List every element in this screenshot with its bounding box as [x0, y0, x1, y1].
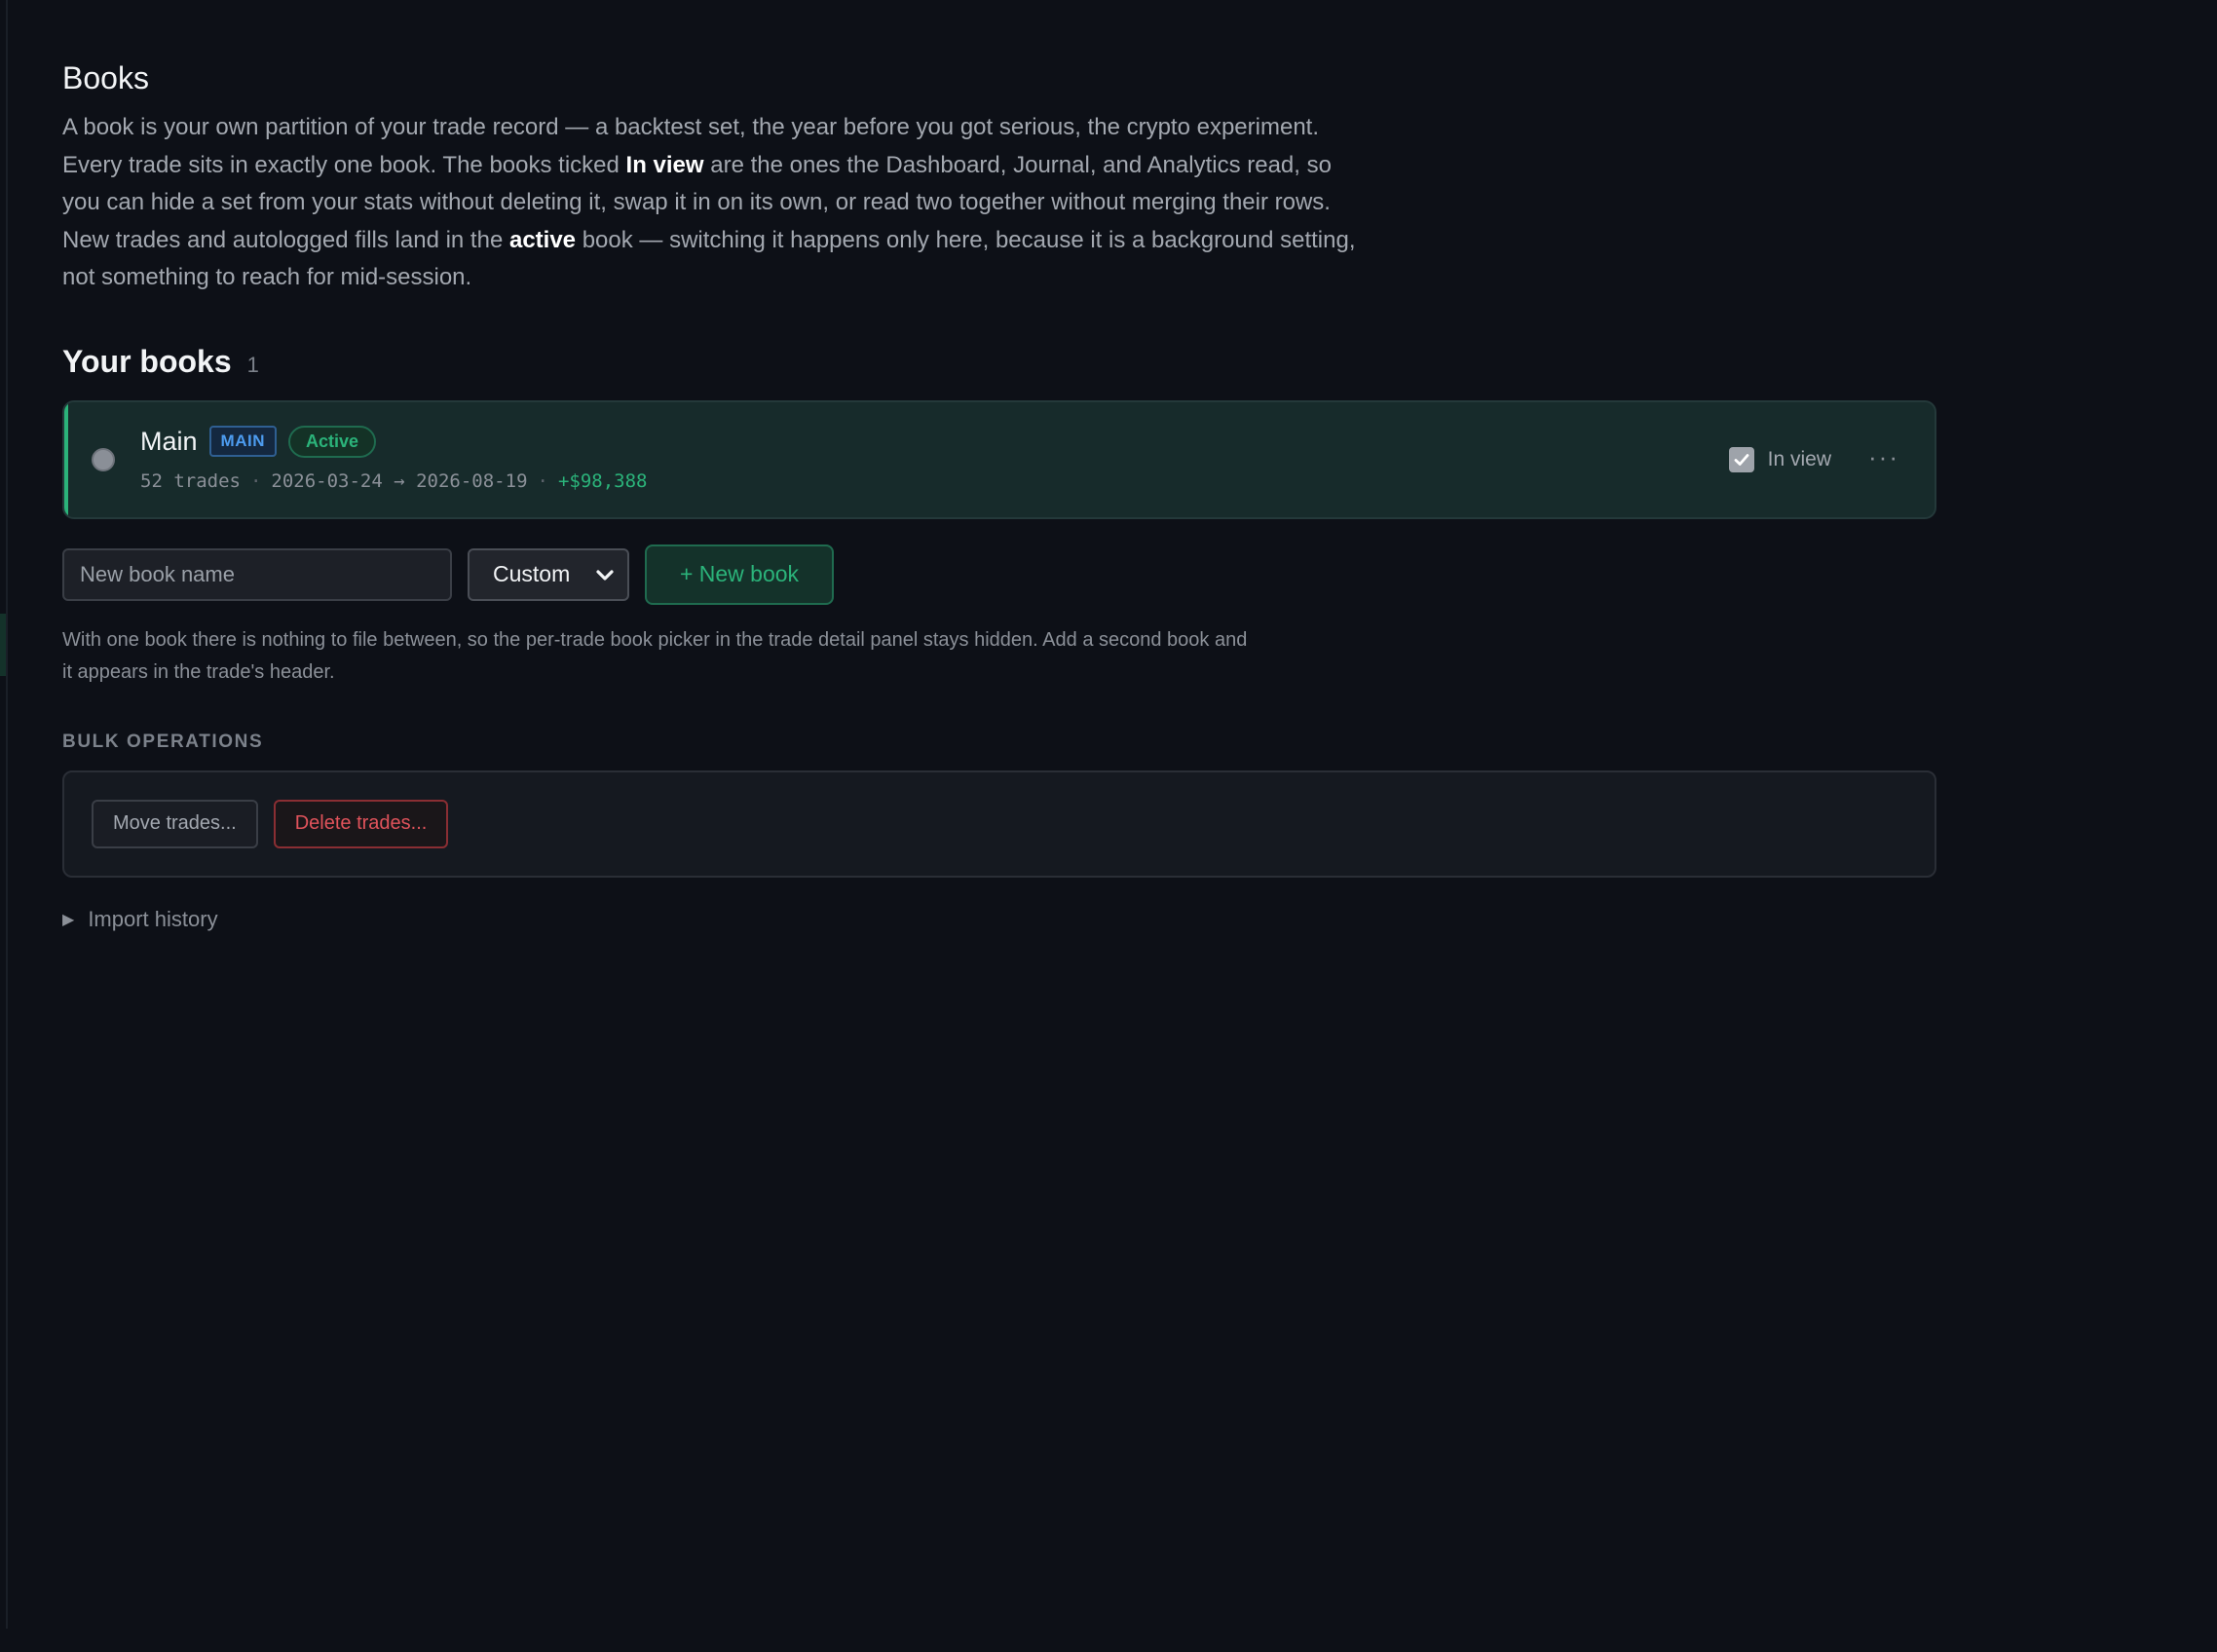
book-name[interactable]: Main	[140, 427, 198, 457]
in-view-label: In view	[1767, 447, 1831, 470]
new-book-name-input[interactable]	[62, 547, 452, 601]
book-template-selected: Custom	[493, 561, 571, 586]
books-count: 1	[246, 352, 259, 377]
bulk-operations-panel: Move trades... Delete trades...	[62, 770, 1936, 878]
books-page: Books A book is your own partition of yo…	[62, 56, 1936, 932]
bulk-operations-label: BULK OPERATIONS	[62, 731, 264, 752]
intro-bold-in-view: In view	[625, 151, 704, 178]
create-book-row: Custom + New book	[62, 544, 1936, 605]
check-icon	[1734, 453, 1749, 466]
single-book-hint: With one book there is nothing to file b…	[62, 628, 1248, 683]
book-template-select[interactable]: Custom	[468, 547, 629, 601]
chevron-down-icon	[596, 569, 614, 581]
your-books-heading: Your books 1	[62, 340, 1936, 387]
meta-separator: ·	[249, 469, 262, 492]
book-meta: 52 trades · 2026-03-24 → 2026-08-19 · +$…	[140, 470, 647, 492]
meta-separator: ·	[537, 469, 548, 492]
book-name-row: Main MAIN Active	[140, 425, 377, 458]
import-history-label: Import history	[88, 906, 218, 931]
delete-trades-button[interactable]: Delete trades...	[273, 799, 449, 848]
book-card-main[interactable]: Main MAIN Active 52 trades · 2026-03-24 …	[62, 399, 1936, 519]
your-books-title: Your books	[62, 343, 232, 379]
in-view-checkbox[interactable]	[1728, 446, 1754, 472]
book-more-menu-button[interactable]: ···	[1868, 441, 1899, 472]
active-accent-bar	[64, 401, 68, 517]
main-tag-badge: MAIN	[208, 426, 277, 457]
in-view-toggle[interactable]: In view	[1728, 446, 1831, 472]
active-book-radio[interactable]	[92, 447, 115, 471]
book-trade-count: 52 trades	[140, 469, 241, 492]
intro-paragraph: A book is your own partition of your tra…	[62, 109, 1368, 297]
triangle-right-icon: ▶	[62, 911, 75, 928]
book-pnl: +$98,388	[557, 469, 648, 492]
intro-bold-active: active	[508, 226, 577, 253]
move-trades-button[interactable]: Move trades...	[92, 799, 258, 848]
left-rail	[6, 0, 8, 1629]
active-status-badge: Active	[287, 425, 377, 458]
left-rail-marker	[0, 614, 6, 676]
book-date-range: 2026-03-24 → 2026-08-19	[271, 469, 528, 492]
import-history-disclosure[interactable]: ▶ Import history	[62, 907, 1936, 932]
page-title: Books	[62, 60, 149, 95]
new-book-button[interactable]: + New book	[645, 544, 834, 605]
